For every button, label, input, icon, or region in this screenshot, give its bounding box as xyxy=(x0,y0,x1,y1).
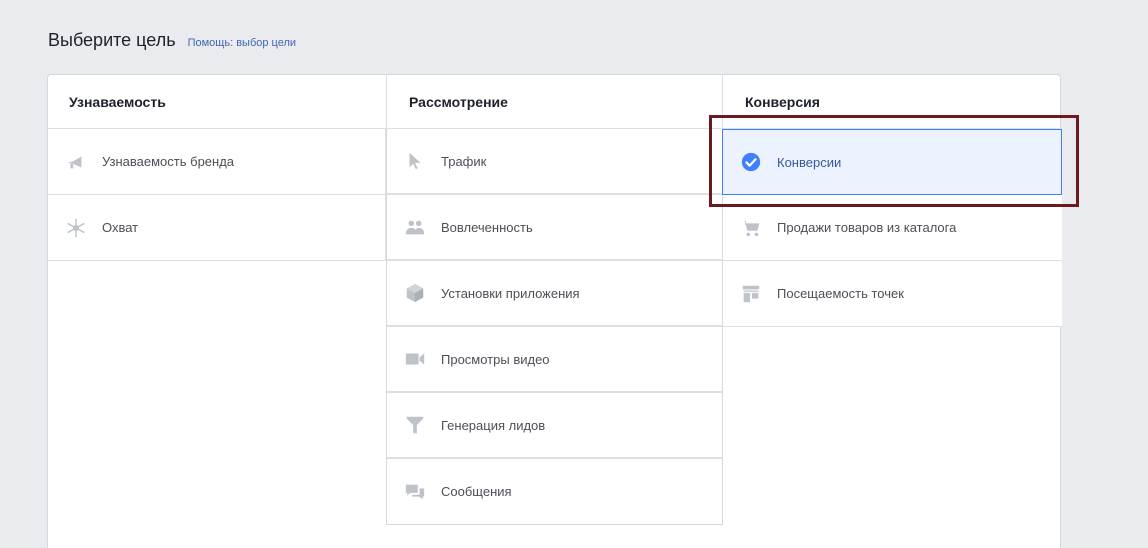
title-row: Выберите цель Помощь: выбор цели xyxy=(48,30,296,51)
objective-label: Генерация лидов xyxy=(441,417,546,433)
objective-label: Трафик xyxy=(441,153,487,169)
reach-icon xyxy=(64,216,88,240)
megaphone-icon xyxy=(64,150,88,174)
help-link[interactable]: Помощь: выбор цели xyxy=(188,37,296,49)
objective-conversions[interactable]: Конверсии xyxy=(722,129,1062,195)
objective-label: Просмотры видео xyxy=(441,351,550,367)
objective-catalog-sales[interactable]: Продажи товаров из каталога xyxy=(723,195,1062,261)
column-header-consideration: Рассмотрение xyxy=(386,75,723,129)
shopping-cart-icon xyxy=(739,216,763,240)
objective-label: Посещаемость точек xyxy=(777,286,904,301)
objective-page: Выберите цель Помощь: выбор цели Узнавае… xyxy=(0,0,1148,548)
storefront-icon xyxy=(739,282,763,306)
objective-messages[interactable]: Сообщения xyxy=(387,459,722,525)
objective-traffic[interactable]: Трафик xyxy=(387,129,722,195)
column-awareness: Узнаваемость Узнаваемость бренда Охват xyxy=(48,75,386,261)
objective-video-views[interactable]: Просмотры видео xyxy=(387,327,722,393)
objective-label: Установки приложения xyxy=(441,285,580,301)
objective-engagement[interactable]: Вовлеченность xyxy=(387,195,722,261)
objective-store-visits[interactable]: Посещаемость точек xyxy=(723,261,1062,327)
people-icon xyxy=(403,215,427,239)
objective-label: Продажи товаров из каталога xyxy=(777,220,957,235)
checkmark-circle-icon xyxy=(739,150,763,174)
objective-panel: Узнаваемость Узнаваемость бренда Охват Р… xyxy=(47,74,1062,548)
objective-label: Охват xyxy=(102,220,139,235)
page-title: Выберите цель xyxy=(48,30,176,50)
column-conversion: Конверсия Конверсии Продажи товаров из к… xyxy=(722,75,1062,327)
funnel-icon xyxy=(403,413,427,437)
objective-reach[interactable]: Охват xyxy=(48,195,386,261)
box-icon xyxy=(403,281,427,305)
video-camera-icon xyxy=(403,347,427,371)
column-header-awareness: Узнаваемость xyxy=(48,75,386,129)
chat-bubbles-icon xyxy=(403,480,427,504)
objective-label: Конверсии xyxy=(777,154,842,170)
column-header-conversion: Конверсия xyxy=(723,75,1062,129)
objective-label: Сообщения xyxy=(441,484,512,499)
objective-label: Вовлеченность xyxy=(441,219,533,235)
objective-app-installs[interactable]: Установки приложения xyxy=(387,261,722,327)
objective-label: Узнаваемость бренда xyxy=(102,154,235,169)
objective-brand-awareness[interactable]: Узнаваемость бренда xyxy=(48,129,386,195)
column-consideration: Рассмотрение Трафик Вовлеченность Устано… xyxy=(386,75,723,525)
cursor-icon xyxy=(403,149,427,173)
objective-lead-generation[interactable]: Генерация лидов xyxy=(387,393,722,459)
